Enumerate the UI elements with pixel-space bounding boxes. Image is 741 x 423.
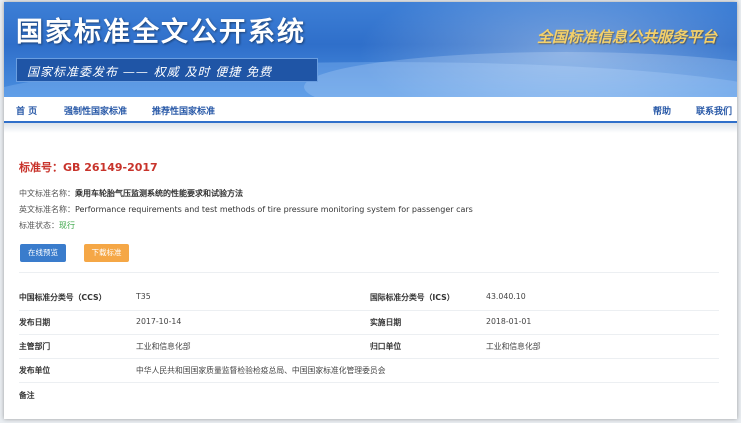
slogan-box: 国家标准委发布 —— 权威 及时 便捷 免费	[16, 58, 318, 82]
responsible-unit-label: 归口单位	[370, 342, 402, 351]
issuer-value: 中华人民共和国国家质量监督检验检疫总局、中国国家标准化管理委员会	[136, 366, 386, 375]
chinese-name-label: 中文标准名称：	[19, 189, 75, 198]
nav-shadow	[4, 123, 737, 133]
banner-sheen-decoration	[357, 2, 737, 97]
english-name-label: 英文标准名称：	[19, 205, 75, 214]
preview-online-button[interactable]: 在线预览	[20, 244, 66, 262]
chinese-name-value: 乘用车轮胎气压监测系统的性能要求和试验方法	[75, 189, 243, 198]
divider	[19, 382, 719, 383]
effective-date-label: 实施日期	[370, 318, 402, 327]
responsible-unit-value: 工业和信息化部	[486, 342, 541, 351]
nav-mandatory-standards[interactable]: 强制性国家标准	[64, 104, 127, 117]
ics-value: 43.040.10	[486, 292, 526, 301]
english-name-row: 英文标准名称：Performance requirements and test…	[19, 204, 473, 215]
chinese-name-row: 中文标准名称：乘用车轮胎气压监测系统的性能要求和试验方法	[19, 188, 243, 199]
authority-label: 主管部门	[19, 342, 51, 351]
ccs-value: T35	[136, 292, 151, 301]
publish-date-value: 2017-10-14	[136, 317, 182, 326]
issuer-label: 发布单位	[19, 366, 51, 375]
site-title: 国家标准全文公开系统	[16, 17, 306, 48]
ccs-label: 中国标准分类号（CCS）	[19, 293, 107, 302]
status-row: 标准状态：现行	[19, 220, 75, 231]
divider	[19, 310, 719, 311]
status-label: 标准状态：	[19, 221, 59, 230]
divider	[19, 334, 719, 335]
publish-date-label: 发布日期	[19, 318, 51, 327]
page-frame: 国家标准全文公开系统 国家标准委发布 —— 权威 及时 便捷 免费 全国标准信息…	[4, 2, 737, 419]
site-slogan: 国家标准委发布 —— 权威 及时 便捷 免费	[27, 65, 273, 79]
status-value: 现行	[59, 221, 75, 230]
divider	[19, 272, 719, 273]
ics-label: 国际标准分类号（ICS）	[370, 293, 455, 302]
nav-home[interactable]: 首 页	[16, 104, 37, 117]
nav-recommended-standards[interactable]: 推荐性国家标准	[152, 104, 215, 117]
authority-value: 工业和信息化部	[136, 342, 191, 351]
site-banner: 国家标准全文公开系统 国家标准委发布 —— 权威 及时 便捷 免费 全国标准信息…	[4, 2, 737, 97]
nav-contact-us[interactable]: 联系我们	[696, 104, 732, 117]
english-name-value: Performance requirements and test method…	[75, 205, 473, 214]
remarks-label: 备注	[19, 391, 35, 400]
nav-help[interactable]: 帮助	[653, 104, 671, 117]
divider	[19, 358, 719, 359]
main-nav: 首 页 强制性国家标准 推荐性国家标准 帮助 联系我们	[4, 97, 737, 123]
effective-date-value: 2018-01-01	[486, 317, 532, 326]
platform-name: 全国标准信息公共服务平台	[536, 28, 717, 46]
standard-number: 标准号：GB 26149-2017	[19, 161, 158, 174]
download-standard-button[interactable]: 下载标准	[84, 244, 129, 262]
